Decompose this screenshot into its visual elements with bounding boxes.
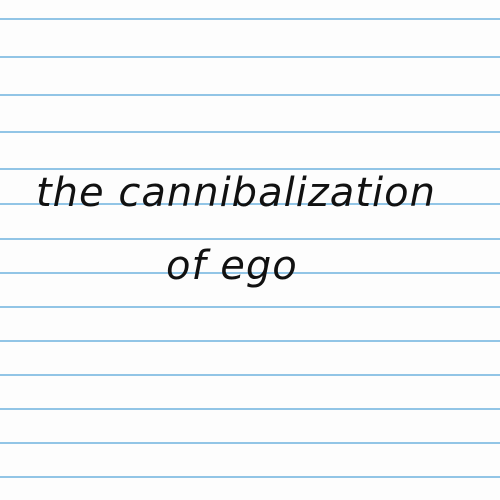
lined-paper: the cannibalization of ego (0, 0, 500, 500)
paper-rule (0, 408, 500, 410)
paper-rule (0, 18, 500, 20)
paper-rule (0, 94, 500, 96)
paper-rule (0, 374, 500, 376)
handwritten-line-2: of ego (166, 243, 298, 289)
paper-rule (0, 340, 500, 342)
paper-rule (0, 442, 500, 444)
paper-rule (0, 238, 500, 240)
paper-rule (0, 131, 500, 133)
handwritten-line-1: the cannibalization (36, 170, 436, 216)
paper-rule (0, 476, 500, 478)
paper-rule (0, 56, 500, 58)
paper-rule (0, 306, 500, 308)
